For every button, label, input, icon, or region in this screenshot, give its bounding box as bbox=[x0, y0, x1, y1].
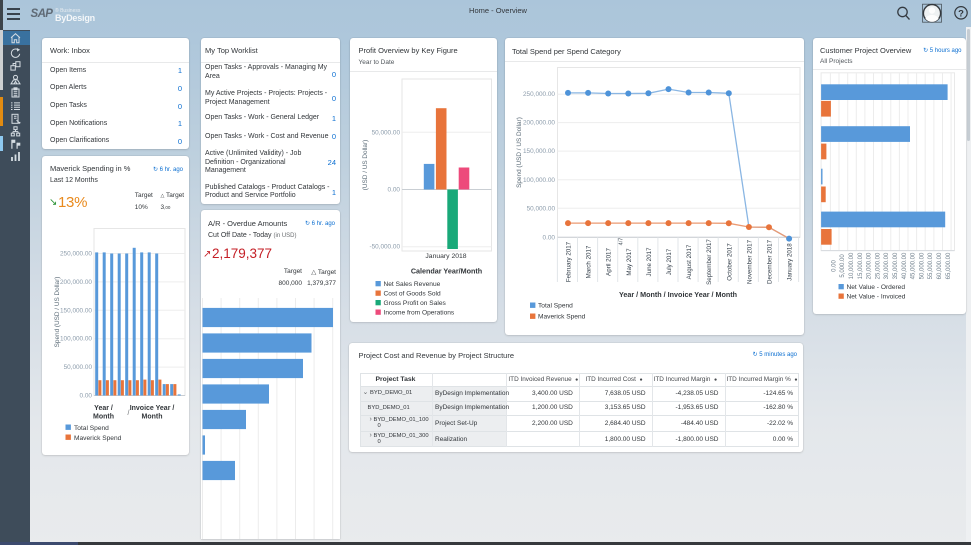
svg-text:5,000.00: 5,000.00 bbox=[840, 254, 846, 278]
svg-text:200,000.00: 200,000.00 bbox=[60, 278, 92, 285]
svg-text:(USD / US Dollar): (USD / US Dollar) bbox=[362, 140, 369, 190]
svg-text:Year / Month / Invoice Year /: Year / Month / Invoice Year / Month bbox=[619, 290, 737, 299]
svg-text:Net Value - Invoiced: Net Value - Invoiced bbox=[847, 294, 906, 301]
svg-text:Maverick Spend: Maverick Spend bbox=[74, 435, 122, 442]
svg-text:35,000.00: 35,000.00 bbox=[893, 252, 899, 279]
svg-text:Maverick Spend: Maverick Spend bbox=[538, 314, 586, 321]
svg-text:0.00: 0.00 bbox=[543, 234, 556, 241]
svg-text:Income from Operations: Income from Operations bbox=[384, 310, 455, 317]
svg-text:0.00: 0.00 bbox=[831, 260, 837, 272]
svg-text:50,000.00: 50,000.00 bbox=[372, 129, 401, 136]
svg-text:-50,000.00: -50,000.00 bbox=[369, 244, 400, 251]
svg-text:?: ? bbox=[958, 8, 964, 19]
svg-text:March 2017: March 2017 bbox=[586, 245, 593, 278]
svg-text:January 2018: January 2018 bbox=[787, 243, 794, 281]
svg-text:October 2017: October 2017 bbox=[726, 243, 733, 281]
svg-text:55,000.00: 55,000.00 bbox=[928, 252, 934, 279]
svg-text:150,000.00: 150,000.00 bbox=[523, 148, 555, 155]
svg-text:November 2017: November 2017 bbox=[746, 239, 753, 284]
svg-text:50,000.00: 50,000.00 bbox=[527, 205, 556, 212]
svg-text:Net Sales Revenue: Net Sales Revenue bbox=[384, 281, 441, 288]
svg-text:50,000.00: 50,000.00 bbox=[64, 364, 93, 371]
svg-text:30,000.00: 30,000.00 bbox=[884, 252, 890, 279]
svg-text:20,000.00: 20,000.00 bbox=[867, 252, 873, 279]
svg-text:September 2017: September 2017 bbox=[706, 239, 713, 285]
svg-text:15,000.00: 15,000.00 bbox=[858, 252, 864, 279]
svg-text:Spend (USD / US Dollar): Spend (USD / US Dollar) bbox=[516, 117, 523, 188]
svg-text:200,000.00: 200,000.00 bbox=[523, 120, 555, 127]
svg-text:Invoice Year /: Invoice Year / bbox=[130, 405, 175, 412]
svg-text:150,000.00: 150,000.00 bbox=[60, 307, 92, 314]
svg-text:Cost of Goods Sold: Cost of Goods Sold bbox=[384, 291, 442, 298]
svg-text:May 2017: May 2017 bbox=[626, 248, 633, 276]
svg-text:Month: Month bbox=[142, 413, 163, 420]
svg-text:Net Value - Ordered: Net Value - Ordered bbox=[847, 284, 906, 291]
svg-text:250,000.00: 250,000.00 bbox=[60, 250, 92, 257]
svg-text:50,000.00: 50,000.00 bbox=[919, 252, 925, 279]
svg-text:100,000.00: 100,000.00 bbox=[523, 177, 555, 184]
svg-text:100,000.00: 100,000.00 bbox=[60, 335, 92, 342]
svg-text:25,000.00: 25,000.00 bbox=[875, 252, 881, 279]
svg-text:Total Spend: Total Spend bbox=[538, 303, 573, 310]
svg-text:July 2017: July 2017 bbox=[666, 248, 673, 275]
svg-text:10,000.00: 10,000.00 bbox=[849, 252, 855, 279]
svg-text:Total Spend: Total Spend bbox=[74, 425, 109, 432]
svg-text:April 2017: April 2017 bbox=[606, 248, 613, 276]
svg-text:60,000.00: 60,000.00 bbox=[937, 252, 943, 279]
svg-text:0.00: 0.00 bbox=[80, 392, 93, 399]
svg-text:June 2017: June 2017 bbox=[646, 247, 653, 276]
svg-text:0.00: 0.00 bbox=[388, 187, 401, 194]
svg-text:4/7: 4/7 bbox=[619, 238, 625, 246]
svg-text:December 2017: December 2017 bbox=[767, 239, 774, 284]
svg-text:40,000.00: 40,000.00 bbox=[902, 252, 908, 279]
svg-text:250,000.00: 250,000.00 bbox=[523, 91, 555, 98]
svg-text:August 2017: August 2017 bbox=[686, 244, 693, 279]
svg-text:65,000.00: 65,000.00 bbox=[946, 252, 952, 279]
svg-text:45,000.00: 45,000.00 bbox=[911, 252, 917, 279]
svg-text:February 2017: February 2017 bbox=[566, 241, 573, 282]
svg-text:Spend (USD / US Dollar): Spend (USD / US Dollar) bbox=[54, 276, 61, 347]
svg-text:Year /: Year / bbox=[94, 405, 113, 412]
svg-text:January 2018: January 2018 bbox=[425, 253, 466, 260]
svg-text:Gross Profit on Sales: Gross Profit on Sales bbox=[384, 300, 447, 307]
svg-text:Month: Month bbox=[93, 413, 114, 420]
svg-text:Calendar Year/Month: Calendar Year/Month bbox=[411, 267, 482, 276]
